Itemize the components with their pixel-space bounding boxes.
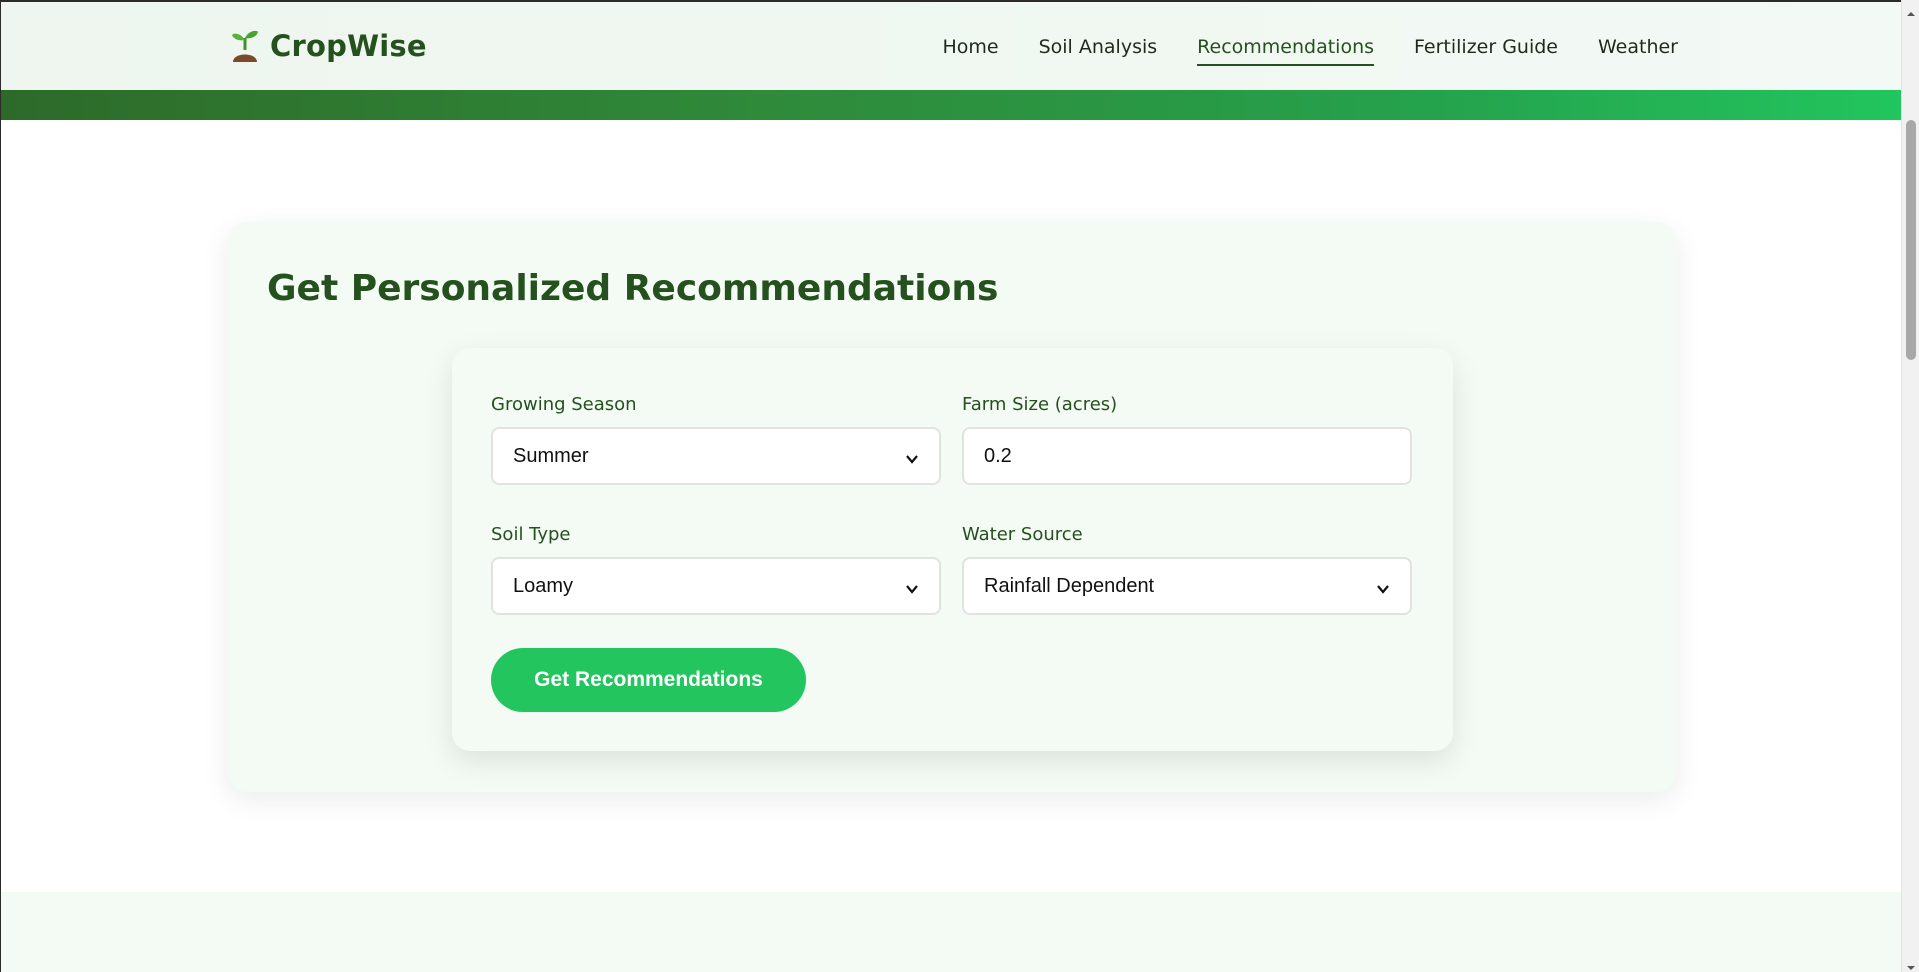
nav-weather[interactable]: Weather [1598,36,1678,66]
header-accent-bar [1,90,1901,120]
farm-size-label: Farm Size (acres) [962,394,1118,415]
nav-recommendations[interactable]: Recommendations [1197,36,1375,66]
chevron-down-icon [905,449,919,464]
scroll-up-icon[interactable] [1906,4,1916,16]
brand-name: CropWise [270,29,427,63]
next-section-band [1,892,1901,972]
water-source-field: Water Source Rainfall Dependent [962,524,1412,615]
recommendation-form: Growing Season Summer Farm Size (acres) … [452,348,1453,751]
soil-type-value: Loamy [513,574,574,597]
growing-season-field: Growing Season Summer [491,394,941,485]
growing-season-value: Summer [513,444,589,467]
growing-season-select[interactable]: Summer [491,427,941,485]
logo[interactable]: CropWise [230,28,427,64]
main-nav: Home Soil Analysis Recommendations Ferti… [942,36,1678,66]
nav-home[interactable]: Home [942,36,998,66]
farm-size-input[interactable] [984,444,1390,468]
water-source-label: Water Source [962,524,1083,545]
site-header: CropWise Home Soil Analysis Recommendati… [1,2,1901,90]
recommendations-section: Get Personalized Recommendations Growing… [227,222,1677,792]
page-scrollbar[interactable] [1901,0,1919,972]
seedling-icon [230,28,260,64]
scrollbar-thumb[interactable] [1906,120,1916,360]
scroll-down-icon[interactable] [1906,958,1916,970]
section-title: Get Personalized Recommendations [267,268,999,309]
water-source-value: Rainfall Dependent [984,574,1155,597]
page-viewport: CropWise Home Soil Analysis Recommendati… [0,0,1901,972]
water-source-select[interactable]: Rainfall Dependent [962,557,1412,615]
chevron-down-icon [1376,579,1390,594]
growing-season-label: Growing Season [491,394,637,415]
soil-type-label: Soil Type [491,524,571,545]
chevron-down-icon [905,579,919,594]
nav-soil-analysis[interactable]: Soil Analysis [1039,36,1158,66]
nav-fertilizer-guide[interactable]: Fertilizer Guide [1414,36,1558,66]
farm-size-field: Farm Size (acres) [962,394,1412,485]
soil-type-field: Soil Type Loamy [491,524,941,615]
farm-size-input-wrapper [962,427,1412,485]
get-recommendations-button[interactable]: Get Recommendations [491,648,806,712]
soil-type-select[interactable]: Loamy [491,557,941,615]
